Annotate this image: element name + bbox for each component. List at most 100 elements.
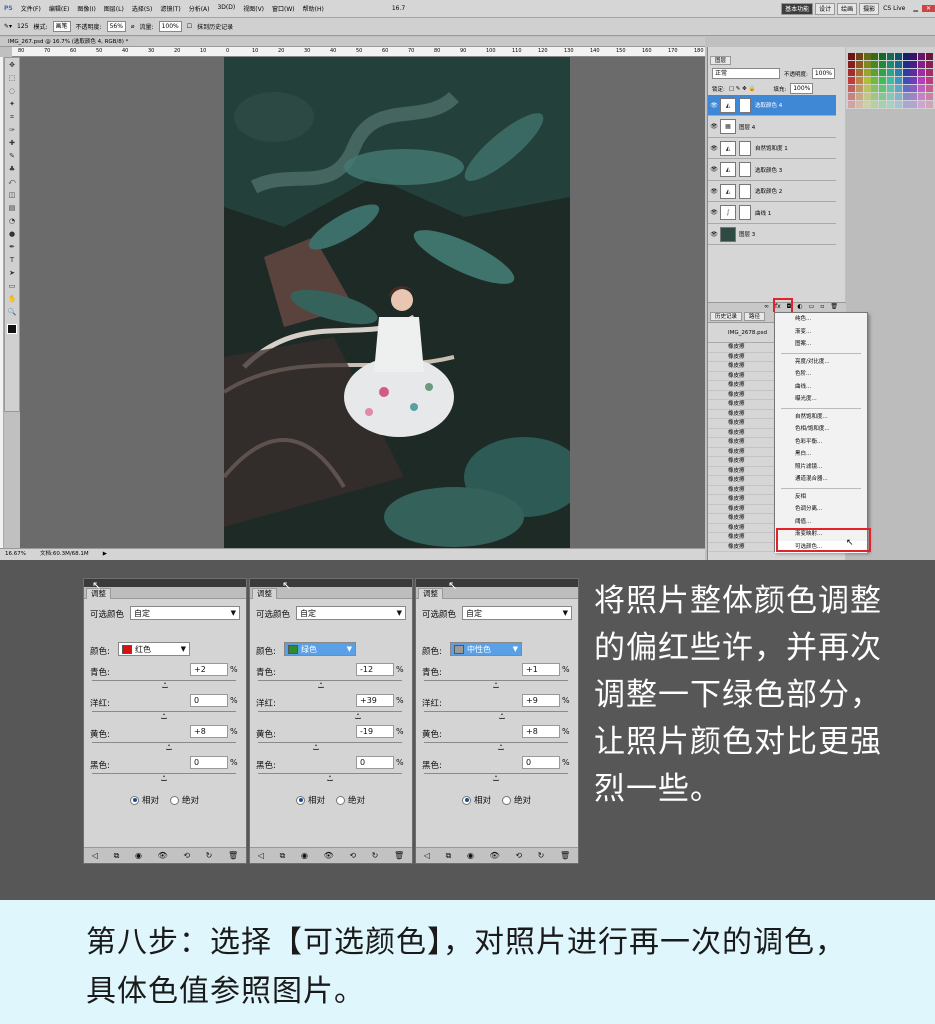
slider-knob[interactable] bbox=[161, 682, 168, 688]
swatch-cell[interactable] bbox=[894, 61, 902, 68]
eye-icon[interactable]: 👁 bbox=[708, 166, 720, 173]
close-button[interactable]: ✕ bbox=[921, 5, 935, 12]
absolute-radio[interactable]: 绝对 bbox=[170, 794, 199, 806]
new-layer-icon[interactable]: ▫ bbox=[820, 303, 824, 312]
cs-live[interactable]: CS Live bbox=[879, 5, 909, 12]
channel-value-input[interactable]: +9 bbox=[522, 694, 560, 707]
workspace-button[interactable]: 设计 bbox=[815, 2, 836, 15]
swatch-cell[interactable] bbox=[863, 85, 871, 92]
swatch-cell[interactable] bbox=[926, 85, 933, 92]
visibility-icon[interactable]: 👁 bbox=[158, 851, 168, 860]
swatch-cell[interactable] bbox=[894, 85, 902, 92]
reset-icon[interactable]: ↻ bbox=[206, 851, 213, 860]
swatch-cell[interactable] bbox=[879, 61, 887, 68]
opacity-input[interactable]: 56% bbox=[106, 21, 126, 32]
layer-row[interactable]: 👁 ◭ 自然饱和度 1 bbox=[708, 138, 836, 159]
swatch-cell[interactable] bbox=[848, 93, 855, 100]
swatch-cell[interactable] bbox=[918, 77, 926, 84]
channel-value-input[interactable]: 0 bbox=[522, 756, 560, 769]
channel-value-input[interactable]: +8 bbox=[190, 725, 228, 738]
swatch-cell[interactable] bbox=[863, 69, 871, 76]
swatch-cell[interactable] bbox=[863, 77, 871, 84]
swatch-cell[interactable] bbox=[902, 93, 910, 100]
clip-icon[interactable]: ⧉ bbox=[280, 851, 286, 861]
swatch-cell[interactable] bbox=[910, 53, 918, 60]
swatch-cell[interactable] bbox=[887, 53, 894, 60]
back-arrow-icon[interactable]: ◁ bbox=[258, 851, 264, 860]
swatch-cell[interactable] bbox=[879, 53, 887, 60]
color-dropdown[interactable]: 红色 ▼ bbox=[118, 642, 190, 656]
back-arrow-icon[interactable]: ◁ bbox=[92, 851, 98, 860]
type-tool-icon[interactable]: T bbox=[6, 255, 18, 266]
crop-tool-icon[interactable]: ⌗ bbox=[6, 112, 18, 123]
channel-value-input[interactable]: -19 bbox=[356, 725, 394, 738]
adjustments-tab[interactable]: 调整 bbox=[418, 588, 443, 599]
swatch-cell[interactable] bbox=[902, 53, 910, 60]
channel-slider[interactable] bbox=[424, 773, 568, 774]
layer-row[interactable]: 👁 ∫ 曲线 1 bbox=[708, 202, 836, 224]
swatch-cell[interactable] bbox=[855, 101, 863, 108]
swatch-cell[interactable] bbox=[926, 77, 933, 84]
slider-knob[interactable] bbox=[326, 775, 333, 781]
menu-item[interactable]: 窗口(W) bbox=[268, 4, 299, 13]
document-tab[interactable]: IMG_267.psd @ 16.7% (选取颜色 4, RGB/8) * bbox=[0, 37, 705, 47]
eye-icon[interactable]: 👁 bbox=[708, 209, 720, 216]
channel-value-input[interactable]: 0 bbox=[190, 756, 228, 769]
menu-item[interactable]: 色阶... bbox=[775, 368, 867, 381]
slider-knob[interactable] bbox=[160, 713, 167, 719]
lock-icons[interactable]: □ ✎ ✥ 🔒 bbox=[729, 86, 756, 92]
swatch-cell[interactable] bbox=[887, 69, 894, 76]
channel-value-input[interactable]: 0 bbox=[356, 756, 394, 769]
menu-item[interactable]: 自然饱和度... bbox=[775, 411, 867, 424]
swatch-cell[interactable] bbox=[879, 69, 887, 76]
swatch-cell[interactable] bbox=[902, 85, 910, 92]
swatch-cell[interactable] bbox=[848, 61, 855, 68]
channel-slider[interactable] bbox=[258, 680, 402, 681]
swatch-cell[interactable] bbox=[879, 85, 887, 92]
swatch-cell[interactable] bbox=[871, 85, 879, 92]
swatch-cell[interactable] bbox=[894, 53, 902, 60]
eye-icon[interactable]: ◉ bbox=[467, 851, 474, 860]
flow-input[interactable]: 100% bbox=[158, 21, 182, 32]
swatch-cell[interactable] bbox=[848, 69, 855, 76]
trash-icon[interactable]: 🗑 bbox=[830, 303, 838, 312]
slider-knob[interactable] bbox=[493, 682, 500, 688]
menu-item[interactable]: 亮度/对比度... bbox=[775, 356, 867, 369]
menu-item[interactable]: 文件(F) bbox=[17, 4, 45, 13]
trash-icon[interactable]: 🗑 bbox=[560, 851, 570, 860]
slider-knob[interactable] bbox=[160, 775, 167, 781]
menu-item[interactable]: 视图(V) bbox=[239, 4, 268, 13]
slider-knob[interactable] bbox=[312, 744, 319, 750]
swatch-cell[interactable] bbox=[879, 77, 887, 84]
mode-select[interactable]: 画笔 bbox=[52, 21, 71, 32]
channel-value-input[interactable]: +1 bbox=[522, 663, 560, 676]
foreground-color-swatch[interactable] bbox=[7, 324, 17, 334]
menu-item[interactable]: 色相/饱和度... bbox=[775, 423, 867, 436]
trash-icon[interactable]: 🗑 bbox=[394, 851, 404, 860]
fill-input[interactable]: 100% bbox=[790, 83, 814, 94]
slider-knob[interactable] bbox=[354, 713, 361, 719]
preset-dropdown[interactable]: 自定 ▼ bbox=[296, 606, 406, 620]
swatch-cell[interactable] bbox=[894, 69, 902, 76]
eye-icon[interactable]: 👁 bbox=[708, 102, 720, 109]
relative-radio[interactable]: 相对 bbox=[462, 794, 491, 806]
channel-value-input[interactable]: 0 bbox=[190, 694, 228, 707]
zoom-readout[interactable]: 16.67% bbox=[5, 549, 26, 560]
reset-icon[interactable]: ↻ bbox=[372, 851, 379, 860]
menu-item[interactable]: 曲线... bbox=[775, 381, 867, 394]
menu-item[interactable]: 帮助(H) bbox=[299, 4, 328, 13]
swatch-cell[interactable] bbox=[902, 77, 910, 84]
swatch-cell[interactable] bbox=[902, 101, 910, 108]
gradient-tool-icon[interactable]: ▤ bbox=[6, 203, 18, 214]
eyedropper-tool-icon[interactable]: ✑ bbox=[6, 125, 18, 136]
menu-item[interactable]: 照片滤镜... bbox=[775, 461, 867, 474]
menu-item[interactable]: 色调分离... bbox=[775, 503, 867, 516]
eye-icon[interactable]: ◉ bbox=[135, 851, 142, 860]
absolute-radio[interactable]: 绝对 bbox=[502, 794, 531, 806]
shape-tool-icon[interactable]: ▭ bbox=[6, 281, 18, 292]
relative-radio[interactable]: 相对 bbox=[296, 794, 325, 806]
swatch-cell[interactable] bbox=[871, 53, 879, 60]
workspace-button[interactable]: 基本功能 bbox=[781, 2, 814, 15]
channel-slider[interactable] bbox=[424, 742, 568, 743]
menu-item[interactable]: 色彩平衡... bbox=[775, 436, 867, 449]
